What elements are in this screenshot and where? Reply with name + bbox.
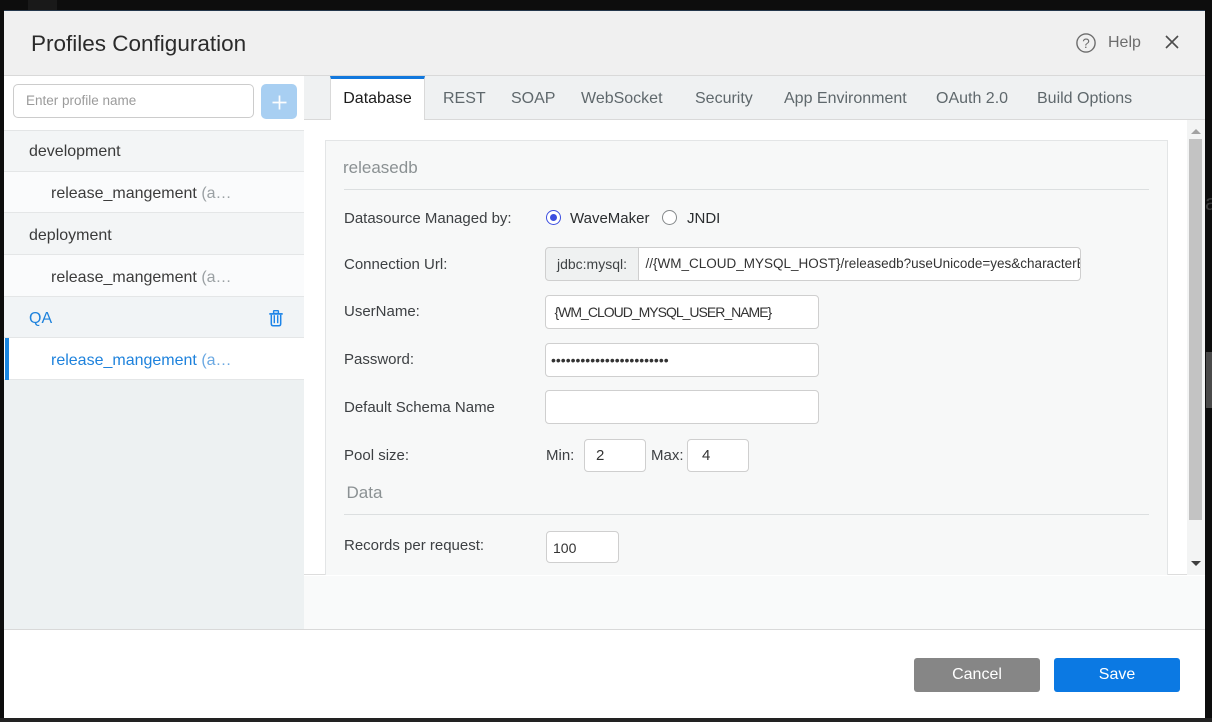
svg-text:?: ?	[1082, 36, 1090, 51]
